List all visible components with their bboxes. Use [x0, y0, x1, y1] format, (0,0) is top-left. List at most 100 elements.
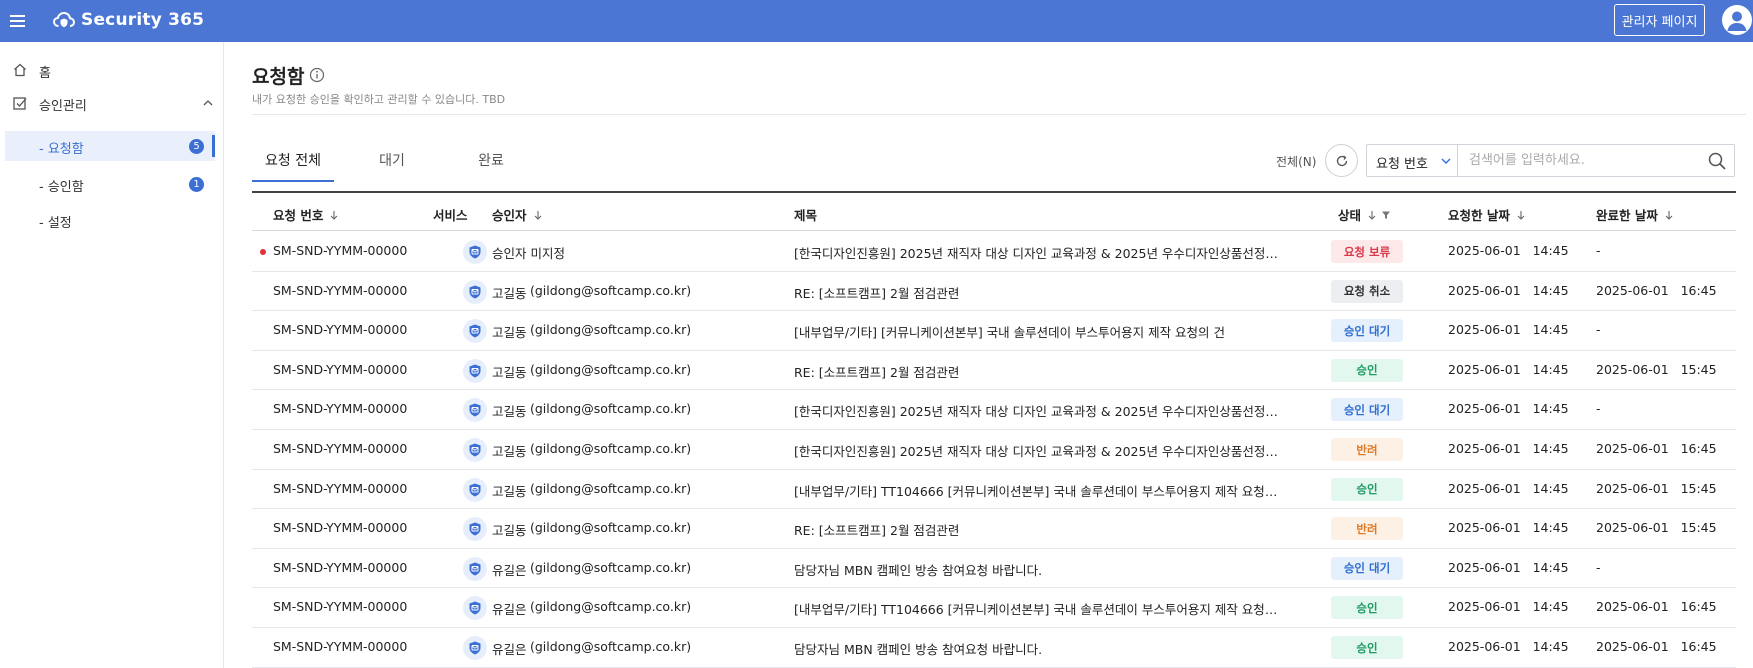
- status-badge: 승인: [1331, 636, 1403, 659]
- table-row[interactable]: SM-SND-YYMM-00000 유길은 (gildong@softcamp.c…: [252, 628, 1736, 668]
- sort-down-icon[interactable]: [329, 210, 339, 220]
- filter-icon[interactable]: [1381, 210, 1391, 220]
- approver-name: 승인자 미지정: [492, 246, 565, 261]
- request-title[interactable]: [내부업무/기타] [커뮤니케이션본부] 국내 솔루션데이 부스투어용지 제작 …: [794, 322, 1278, 341]
- app-logo[interactable]: Security 365: [52, 8, 204, 32]
- shield-icon: [469, 562, 481, 576]
- table-row[interactable]: SM-SND-YYMM-00000 고길동 (gildong@softcamp.c…: [252, 272, 1736, 312]
- sidebar-item-label: - 승인함: [39, 180, 84, 195]
- approver-name: 유길은: [492, 602, 527, 618]
- request-no[interactable]: SM-SND-YYMM-00000: [273, 401, 407, 416]
- status-badge: 승인 대기: [1331, 319, 1403, 343]
- count-badge: 1: [189, 177, 204, 192]
- shield-icon: [469, 601, 481, 615]
- requested-date: 2025-06-01 14:45: [1448, 401, 1569, 417]
- request-title[interactable]: RE: [소프트캠프] 2월 점검관련: [794, 283, 1278, 302]
- table-row[interactable]: SM-SND-YYMM-00000 고길동 (gildong@softcamp.c…: [252, 351, 1736, 391]
- request-title[interactable]: [한국디자인진흥원] 2025년 재직자 대상 디자인 교육과정 & 2025년…: [794, 243, 1278, 262]
- search-icon[interactable]: [1707, 151, 1727, 171]
- request-title[interactable]: RE: [소프트캠프] 2월 점검관련: [794, 520, 1278, 539]
- approver-name: 유길은: [492, 562, 527, 578]
- approver-email: (gildong@softcamp.co.kr): [530, 361, 692, 377]
- count-badge: 5: [189, 139, 204, 154]
- divider: [252, 114, 1746, 115]
- search-input[interactable]: [1459, 145, 1699, 176]
- request-no[interactable]: SM-SND-YYMM-00000: [273, 283, 407, 298]
- status-badge: 반려: [1331, 517, 1403, 541]
- request-no[interactable]: SM-SND-YYMM-00000: [273, 322, 407, 337]
- service-icon-badge: [463, 636, 487, 660]
- column-header-label: 요청 번호: [273, 208, 324, 223]
- request-title[interactable]: [한국디자인진흥원] 2025년 재직자 대상 디자인 교육과정 & 2025년…: [794, 441, 1278, 460]
- avatar[interactable]: [1722, 5, 1752, 35]
- table-row[interactable]: SM-SND-YYMM-00000 승인자 미지정 [한국디자인진흥원] 2025…: [252, 232, 1736, 272]
- chevron-up-icon[interactable]: [201, 96, 215, 110]
- request-title[interactable]: [한국디자인진흥원] 2025년 재직자 대상 디자인 교육과정 & 2025년…: [794, 401, 1278, 420]
- tab-pending[interactable]: 대기: [351, 146, 433, 182]
- sidebar-item-requests[interactable]: - 요청함 5: [5, 131, 215, 161]
- search-box: 요청 번호: [1366, 144, 1735, 177]
- status-badge: 승인: [1331, 477, 1403, 501]
- sidebar-item-approvals[interactable]: - 승인함 1: [5, 169, 215, 199]
- admin-page-button[interactable]: 관리자 페이지: [1614, 4, 1705, 36]
- total-count-label: 전체(N): [1276, 155, 1317, 169]
- sidebar-item-settings[interactable]: - 설정: [5, 205, 215, 235]
- service-icon-badge: [463, 398, 487, 423]
- column-header-label: 서비스: [433, 208, 468, 223]
- approver-email: (gildong@softcamp.co.kr): [530, 480, 692, 496]
- table-row[interactable]: SM-SND-YYMM-00000 고길동 (gildong@softcamp.c…: [252, 509, 1736, 549]
- table-row[interactable]: SM-SND-YYMM-00000 고길동 (gildong@softcamp.c…: [252, 470, 1736, 510]
- column-header-completed-at[interactable]: 완료한 날짜: [1596, 205, 1674, 224]
- hamburger-icon[interactable]: [10, 12, 26, 28]
- completed-date: 2025-06-01 15:45: [1596, 520, 1717, 536]
- sidebar-item-label: - 설정: [39, 216, 72, 231]
- request-title[interactable]: RE: [소프트캠프] 2월 점검관련: [794, 362, 1278, 381]
- search-field-select[interactable]: 요청 번호: [1367, 145, 1458, 176]
- info-icon[interactable]: [309, 67, 325, 83]
- shield-icon: [469, 483, 481, 497]
- request-title[interactable]: 담당자님 MBN 캠페인 방송 참여요청 바랍니다.: [794, 639, 1278, 658]
- checkbox-icon: [13, 97, 27, 110]
- request-no[interactable]: SM-SND-YYMM-00000: [273, 520, 407, 535]
- service-icon-badge: [463, 319, 487, 344]
- shield-icon: [469, 285, 481, 299]
- request-title[interactable]: 담당자님 MBN 캠페인 방송 참여요청 바랍니다.: [794, 560, 1278, 579]
- column-header-status[interactable]: 상태: [1338, 205, 1391, 224]
- sort-down-icon[interactable]: [1516, 210, 1526, 220]
- sort-down-icon[interactable]: [533, 210, 543, 220]
- request-no[interactable]: SM-SND-YYMM-00000: [273, 362, 407, 377]
- tab-label: 완료: [478, 153, 504, 169]
- table-row[interactable]: SM-SND-YYMM-00000 고길동 (gildong@softcamp.c…: [252, 390, 1736, 430]
- refresh-button[interactable]: [1325, 144, 1358, 177]
- requested-date: 2025-06-01 14:45: [1448, 599, 1569, 615]
- tab-all[interactable]: 요청 전체: [252, 146, 334, 182]
- request-no[interactable]: SM-SND-YYMM-00000: [273, 560, 407, 575]
- table-row[interactable]: SM-SND-YYMM-00000 유길은 (gildong@softcamp.c…: [252, 588, 1736, 628]
- completed-date: -: [1596, 401, 1601, 417]
- request-no[interactable]: SM-SND-YYMM-00000: [273, 599, 407, 614]
- request-no[interactable]: SM-SND-YYMM-00000: [273, 441, 407, 456]
- sidebar-item-home[interactable]: 홈: [0, 54, 224, 86]
- column-header-request-no[interactable]: 요청 번호: [273, 205, 339, 224]
- request-title[interactable]: [내부업무/기타] TT104666 [커뮤니케이션본부] 국내 솔루션데이 부…: [794, 599, 1278, 618]
- requested-date: 2025-06-01 14:45: [1448, 639, 1569, 654]
- request-no[interactable]: SM-SND-YYMM-00000: [273, 481, 407, 496]
- approver-name: 유길은: [492, 642, 527, 657]
- sort-down-icon[interactable]: [1367, 210, 1377, 220]
- tab-completed[interactable]: 완료: [450, 146, 532, 182]
- sidebar-group-approval[interactable]: 승인관리: [0, 87, 224, 119]
- service-icon-badge: [463, 517, 487, 542]
- column-header-approver[interactable]: 승인자: [492, 205, 543, 224]
- page-title: 요청함: [252, 66, 305, 88]
- request-title[interactable]: [내부업무/기타] TT104666 [커뮤니케이션본부] 국내 솔루션데이 부…: [794, 481, 1278, 500]
- column-header-requested-at[interactable]: 요청한 날짜: [1448, 205, 1526, 224]
- top-bar: Security 365 관리자 페이지: [0, 0, 1753, 42]
- approver-name: 고길동: [492, 444, 527, 459]
- table-row[interactable]: SM-SND-YYMM-00000 유길은 (gildong@softcamp.c…: [252, 549, 1736, 589]
- sidebar: 홈 승인관리 - 요청함 5 - 승인함 1 - 설정: [0, 42, 224, 668]
- request-no[interactable]: SM-SND-YYMM-00000: [273, 243, 407, 258]
- table-row[interactable]: SM-SND-YYMM-00000 고길동 (gildong@softcamp.c…: [252, 430, 1736, 470]
- sort-down-icon[interactable]: [1664, 210, 1674, 220]
- table-row[interactable]: SM-SND-YYMM-00000 고길동 (gildong@softcamp.c…: [252, 311, 1736, 351]
- request-no[interactable]: SM-SND-YYMM-00000: [273, 639, 407, 654]
